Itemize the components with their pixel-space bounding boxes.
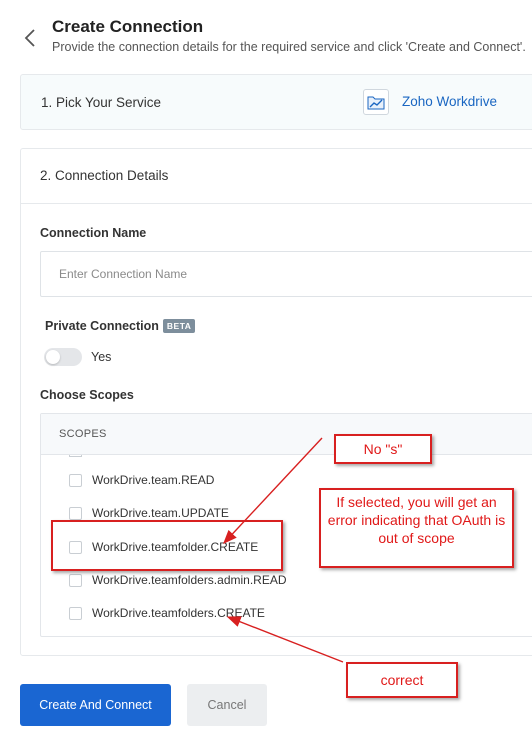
annotation-correct: correct	[346, 662, 458, 698]
connection-name-label: Connection Name	[40, 226, 147, 240]
page-subtitle: Provide the connection details for the r…	[52, 40, 526, 54]
connection-name-input[interactable]	[40, 251, 532, 297]
scope-item[interactable]: WorkDrive.teamfolders.admin.READ	[69, 571, 287, 589]
beta-badge: BETA	[162, 319, 196, 333]
back-button[interactable]	[18, 26, 42, 50]
scopes-header-text: SCOPES	[59, 428, 107, 440]
page-title: Create Connection	[52, 17, 204, 36]
pick-service-label: 1. Pick Your Service	[41, 95, 162, 110]
scope-label: WorkDrive.team.READ	[92, 473, 215, 487]
cancel-button[interactable]: Cancel	[187, 684, 267, 726]
toggle-knob	[46, 350, 60, 364]
selected-service-name[interactable]: Zoho Workdrive	[402, 94, 497, 109]
scopes-header: SCOPES	[41, 414, 532, 455]
annotation-no-s: No "s"	[334, 434, 432, 464]
scope-item[interactable]: WorkDrive.teamfolders.CREATE	[69, 604, 265, 622]
scope-checkbox[interactable]	[69, 473, 82, 487]
scope-label: WorkDrive.teamfolders.CREATE	[92, 606, 265, 620]
scope-item[interactable]: WorkDrive.team.READ	[69, 471, 214, 489]
connection-details-header: 2. Connection Details	[21, 149, 532, 204]
scope-label: WorkDrive.team.UPDATE	[92, 506, 229, 520]
private-connection-toggle[interactable]	[44, 348, 82, 366]
connection-details-label: 2. Connection Details	[40, 168, 169, 183]
annotation-error-note: If selected, you will get an error indic…	[319, 488, 514, 568]
scope-label: WorkDrive.teamfolders.admin.READ	[92, 573, 287, 587]
create-and-connect-button[interactable]: Create And Connect	[20, 684, 171, 726]
private-connection-text: Private Connection	[45, 319, 159, 333]
scope-checkbox[interactable]	[69, 506, 82, 520]
choose-scopes-label: Choose Scopes	[40, 388, 134, 402]
pick-service-card: 1. Pick Your Service Zoho Workdrive	[20, 74, 532, 130]
connection-details-card: 2. Connection Details Connection Name Pr…	[20, 148, 532, 656]
annotation-highlight-box	[51, 520, 283, 571]
chevron-left-icon	[24, 29, 35, 47]
scope-checkbox[interactable]	[69, 573, 82, 587]
private-connection-label: Private Connection BETA	[45, 319, 196, 333]
toggle-label: Yes	[91, 350, 112, 364]
partial-checkbox	[69, 455, 82, 457]
scope-checkbox[interactable]	[69, 606, 82, 620]
workdrive-icon	[363, 89, 389, 115]
